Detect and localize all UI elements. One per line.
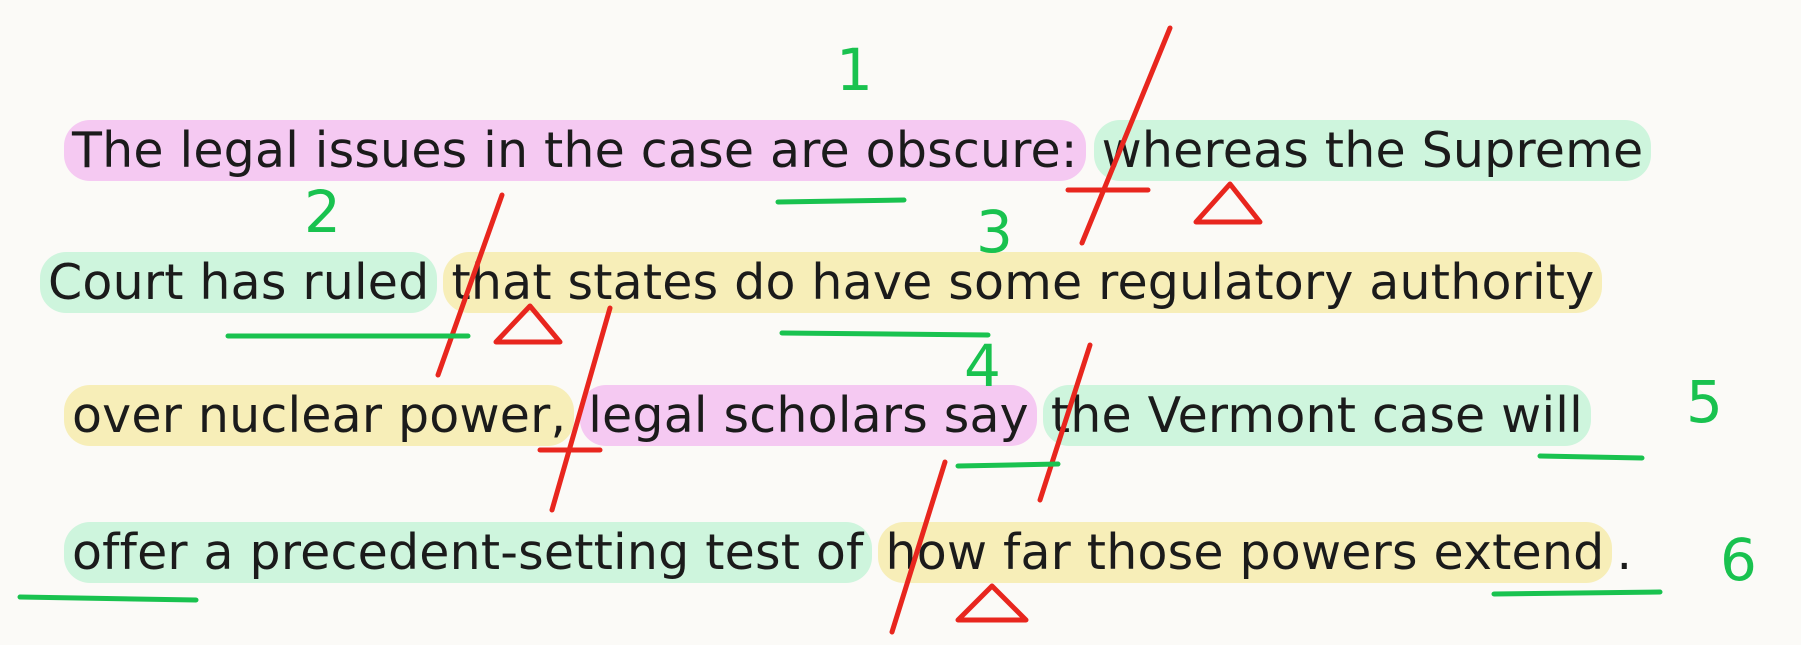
clause-nuclear-power: over nuclear power, bbox=[64, 385, 575, 446]
number-label-2: 2 bbox=[304, 178, 341, 246]
underline-will bbox=[1537, 453, 1645, 461]
underline-say bbox=[955, 461, 1061, 469]
clause-vermont-case: the Vermont case will bbox=[1042, 385, 1591, 446]
number-label-6: 6 bbox=[1720, 526, 1757, 594]
text-line-3: over nuclear power, legal scholars say the… bbox=[64, 385, 1591, 447]
number-label-1: 1 bbox=[836, 36, 873, 104]
clause-court-ruled: Court has ruled bbox=[40, 252, 438, 313]
clause-how-far: how far those powers extend bbox=[877, 522, 1613, 583]
underline-extend bbox=[1491, 589, 1663, 597]
clause-precedent-test: offer a precedent-setting test of bbox=[64, 522, 872, 583]
clause-whereas: whereas the Supreme bbox=[1093, 120, 1652, 181]
clause-scholars-say: legal scholars say bbox=[580, 385, 1037, 446]
sentence-period: . bbox=[1616, 524, 1633, 581]
clause-that-states: that states do have some regulatory auth… bbox=[443, 252, 1603, 313]
text-line-4: offer a precedent-setting test of how far… bbox=[64, 522, 1636, 584]
triangle-mark-1 bbox=[1193, 181, 1263, 225]
triangle-mark-3 bbox=[955, 583, 1029, 623]
underline-are bbox=[775, 197, 907, 205]
text-line-2: Court has ruled that states do have some … bbox=[40, 252, 1603, 314]
annotated-sentence-board: The legal issues in the case are obscure… bbox=[0, 0, 1801, 645]
number-label-5: 5 bbox=[1686, 368, 1723, 436]
underline-do-have bbox=[779, 330, 991, 338]
clause-main-1: The legal issues in the case are obscure… bbox=[64, 120, 1086, 181]
underline-offer bbox=[17, 594, 199, 603]
text-line-1: The legal issues in the case are obscure… bbox=[64, 120, 1652, 182]
